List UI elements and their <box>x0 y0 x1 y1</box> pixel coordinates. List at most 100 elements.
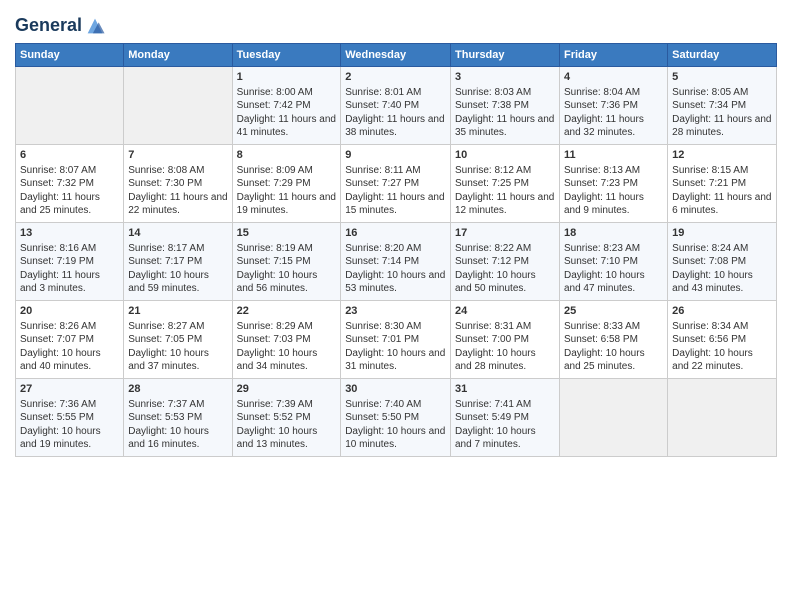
day-info: Sunrise: 8:16 AM Sunset: 7:19 PM Dayligh… <box>20 242 119 296</box>
calendar-cell: 18Sunrise: 8:23 AM Sunset: 7:10 PM Dayli… <box>559 223 667 301</box>
calendar-week-row: 1Sunrise: 8:00 AM Sunset: 7:42 PM Daylig… <box>16 67 777 145</box>
day-number: 14 <box>128 226 227 241</box>
day-number: 24 <box>455 304 555 319</box>
day-info: Sunrise: 8:27 AM Sunset: 7:05 PM Dayligh… <box>128 320 227 374</box>
day-number: 2 <box>345 70 446 85</box>
calendar-cell: 25Sunrise: 8:33 AM Sunset: 6:58 PM Dayli… <box>559 301 667 379</box>
calendar-header-wednesday: Wednesday <box>341 44 451 67</box>
day-info: Sunrise: 8:13 AM Sunset: 7:23 PM Dayligh… <box>564 164 663 218</box>
calendar-header-saturday: Saturday <box>668 44 777 67</box>
calendar-cell: 26Sunrise: 8:34 AM Sunset: 6:56 PM Dayli… <box>668 301 777 379</box>
day-info: Sunrise: 8:05 AM Sunset: 7:34 PM Dayligh… <box>672 86 772 140</box>
day-number: 31 <box>455 382 555 397</box>
calendar-cell: 31Sunrise: 7:41 AM Sunset: 5:49 PM Dayli… <box>451 379 560 457</box>
day-number: 13 <box>20 226 119 241</box>
day-info: Sunrise: 8:17 AM Sunset: 7:17 PM Dayligh… <box>128 242 227 296</box>
calendar-cell: 30Sunrise: 7:40 AM Sunset: 5:50 PM Dayli… <box>341 379 451 457</box>
day-info: Sunrise: 8:22 AM Sunset: 7:12 PM Dayligh… <box>455 242 555 296</box>
calendar-cell: 16Sunrise: 8:20 AM Sunset: 7:14 PM Dayli… <box>341 223 451 301</box>
calendar-cell <box>668 379 777 457</box>
day-info: Sunrise: 8:31 AM Sunset: 7:00 PM Dayligh… <box>455 320 555 374</box>
calendar-cell: 3Sunrise: 8:03 AM Sunset: 7:38 PM Daylig… <box>451 67 560 145</box>
day-number: 9 <box>345 148 446 163</box>
day-info: Sunrise: 8:26 AM Sunset: 7:07 PM Dayligh… <box>20 320 119 374</box>
day-info: Sunrise: 8:30 AM Sunset: 7:01 PM Dayligh… <box>345 320 446 374</box>
day-number: 26 <box>672 304 772 319</box>
calendar-cell: 8Sunrise: 8:09 AM Sunset: 7:29 PM Daylig… <box>232 145 341 223</box>
calendar-header-tuesday: Tuesday <box>232 44 341 67</box>
day-number: 16 <box>345 226 446 241</box>
day-number: 6 <box>20 148 119 163</box>
day-info: Sunrise: 8:34 AM Sunset: 6:56 PM Dayligh… <box>672 320 772 374</box>
day-info: Sunrise: 7:37 AM Sunset: 5:53 PM Dayligh… <box>128 398 227 452</box>
calendar-week-row: 27Sunrise: 7:36 AM Sunset: 5:55 PM Dayli… <box>16 379 777 457</box>
day-info: Sunrise: 8:00 AM Sunset: 7:42 PM Dayligh… <box>237 86 337 140</box>
day-info: Sunrise: 7:41 AM Sunset: 5:49 PM Dayligh… <box>455 398 555 452</box>
day-number: 30 <box>345 382 446 397</box>
day-number: 15 <box>237 226 337 241</box>
day-info: Sunrise: 8:20 AM Sunset: 7:14 PM Dayligh… <box>345 242 446 296</box>
calendar-header-row: SundayMondayTuesdayWednesdayThursdayFrid… <box>16 44 777 67</box>
calendar-cell <box>559 379 667 457</box>
calendar-cell: 7Sunrise: 8:08 AM Sunset: 7:30 PM Daylig… <box>124 145 232 223</box>
calendar-cell: 23Sunrise: 8:30 AM Sunset: 7:01 PM Dayli… <box>341 301 451 379</box>
day-info: Sunrise: 8:09 AM Sunset: 7:29 PM Dayligh… <box>237 164 337 218</box>
day-number: 20 <box>20 304 119 319</box>
calendar-cell: 22Sunrise: 8:29 AM Sunset: 7:03 PM Dayli… <box>232 301 341 379</box>
calendar-cell: 20Sunrise: 8:26 AM Sunset: 7:07 PM Dayli… <box>16 301 124 379</box>
day-number: 19 <box>672 226 772 241</box>
day-number: 10 <box>455 148 555 163</box>
day-number: 27 <box>20 382 119 397</box>
day-info: Sunrise: 8:33 AM Sunset: 6:58 PM Dayligh… <box>564 320 663 374</box>
calendar-cell: 24Sunrise: 8:31 AM Sunset: 7:00 PM Dayli… <box>451 301 560 379</box>
calendar-cell <box>16 67 124 145</box>
day-number: 25 <box>564 304 663 319</box>
day-number: 28 <box>128 382 227 397</box>
day-info: Sunrise: 8:04 AM Sunset: 7:36 PM Dayligh… <box>564 86 663 140</box>
calendar-cell: 1Sunrise: 8:00 AM Sunset: 7:42 PM Daylig… <box>232 67 341 145</box>
calendar-cell: 6Sunrise: 8:07 AM Sunset: 7:32 PM Daylig… <box>16 145 124 223</box>
day-number: 3 <box>455 70 555 85</box>
day-number: 29 <box>237 382 337 397</box>
day-number: 18 <box>564 226 663 241</box>
day-info: Sunrise: 8:12 AM Sunset: 7:25 PM Dayligh… <box>455 164 555 218</box>
day-number: 7 <box>128 148 227 163</box>
logo-text: General <box>15 16 82 36</box>
day-info: Sunrise: 8:07 AM Sunset: 7:32 PM Dayligh… <box>20 164 119 218</box>
header: General <box>15 10 777 37</box>
day-info: Sunrise: 8:08 AM Sunset: 7:30 PM Dayligh… <box>128 164 227 218</box>
calendar-header-friday: Friday <box>559 44 667 67</box>
calendar-cell: 12Sunrise: 8:15 AM Sunset: 7:21 PM Dayli… <box>668 145 777 223</box>
page-container: General SundayMondayTuesdayWednesdayThur… <box>0 0 792 467</box>
calendar-week-row: 13Sunrise: 8:16 AM Sunset: 7:19 PM Dayli… <box>16 223 777 301</box>
day-number: 21 <box>128 304 227 319</box>
day-number: 1 <box>237 70 337 85</box>
day-number: 22 <box>237 304 337 319</box>
day-info: Sunrise: 8:23 AM Sunset: 7:10 PM Dayligh… <box>564 242 663 296</box>
calendar-cell: 10Sunrise: 8:12 AM Sunset: 7:25 PM Dayli… <box>451 145 560 223</box>
day-info: Sunrise: 8:15 AM Sunset: 7:21 PM Dayligh… <box>672 164 772 218</box>
calendar-cell: 28Sunrise: 7:37 AM Sunset: 5:53 PM Dayli… <box>124 379 232 457</box>
calendar-week-row: 20Sunrise: 8:26 AM Sunset: 7:07 PM Dayli… <box>16 301 777 379</box>
day-info: Sunrise: 7:39 AM Sunset: 5:52 PM Dayligh… <box>237 398 337 452</box>
day-number: 5 <box>672 70 772 85</box>
calendar-cell: 5Sunrise: 8:05 AM Sunset: 7:34 PM Daylig… <box>668 67 777 145</box>
logo: General <box>15 15 106 37</box>
calendar-cell: 21Sunrise: 8:27 AM Sunset: 7:05 PM Dayli… <box>124 301 232 379</box>
day-info: Sunrise: 8:11 AM Sunset: 7:27 PM Dayligh… <box>345 164 446 218</box>
calendar-cell: 13Sunrise: 8:16 AM Sunset: 7:19 PM Dayli… <box>16 223 124 301</box>
calendar-cell: 2Sunrise: 8:01 AM Sunset: 7:40 PM Daylig… <box>341 67 451 145</box>
calendar-cell: 9Sunrise: 8:11 AM Sunset: 7:27 PM Daylig… <box>341 145 451 223</box>
day-number: 17 <box>455 226 555 241</box>
calendar-header-monday: Monday <box>124 44 232 67</box>
day-number: 12 <box>672 148 772 163</box>
logo-icon <box>84 15 106 37</box>
day-number: 8 <box>237 148 337 163</box>
day-info: Sunrise: 7:36 AM Sunset: 5:55 PM Dayligh… <box>20 398 119 452</box>
calendar-table: SundayMondayTuesdayWednesdayThursdayFrid… <box>15 43 777 457</box>
day-number: 11 <box>564 148 663 163</box>
day-info: Sunrise: 8:01 AM Sunset: 7:40 PM Dayligh… <box>345 86 446 140</box>
calendar-cell: 11Sunrise: 8:13 AM Sunset: 7:23 PM Dayli… <box>559 145 667 223</box>
calendar-header-thursday: Thursday <box>451 44 560 67</box>
calendar-cell <box>124 67 232 145</box>
